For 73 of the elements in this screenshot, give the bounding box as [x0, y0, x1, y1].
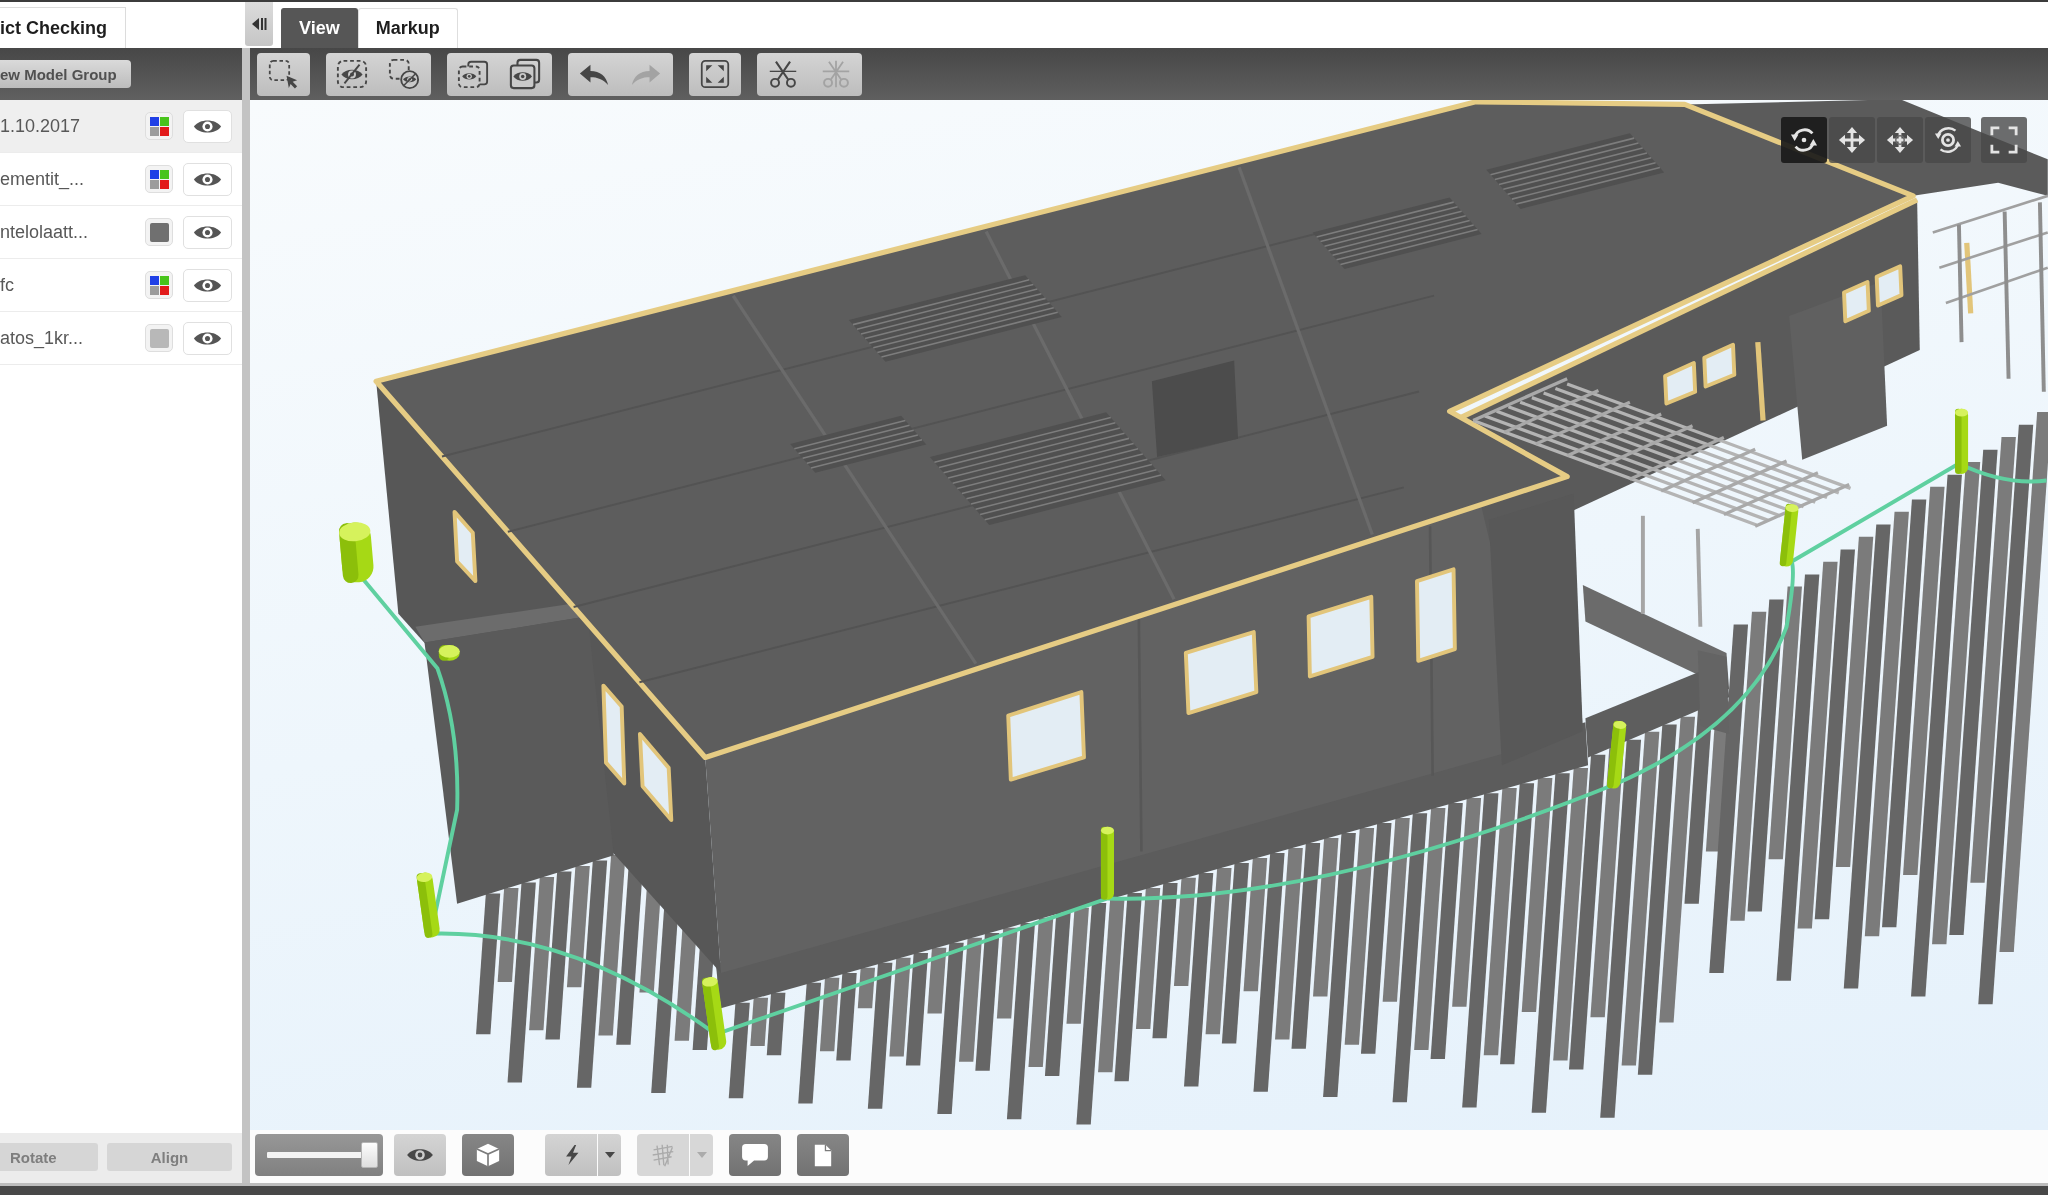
panel-tab[interactable]: ict Checking [0, 7, 127, 48]
window [1842, 280, 1871, 324]
orbit-icon [1790, 126, 1818, 154]
color-swatch-button[interactable] [145, 271, 173, 299]
marker-post [1955, 408, 1969, 474]
undo-button[interactable] [567, 52, 620, 96]
pan-center-button[interactable] [1877, 117, 1923, 163]
hide-box-button[interactable] [378, 52, 431, 96]
view-tab[interactable]: View [281, 8, 358, 48]
eye-slash-box-icon [335, 58, 368, 90]
caret-down-icon [696, 1152, 707, 1158]
collapse-panel-button[interactable] [245, 2, 273, 46]
model-name: ntelolaatt... [0, 221, 90, 243]
window [1874, 264, 1904, 308]
eye-slash-circle-icon [388, 58, 421, 90]
view-tab[interactable]: Markup [357, 8, 458, 48]
fullscreen-button[interactable] [1981, 117, 2027, 163]
eye-box-stack-icon [456, 58, 489, 90]
model-name: 1.10.2017 [0, 115, 82, 137]
move-arrows-icon [1838, 126, 1866, 154]
slider-control[interactable] [255, 1134, 383, 1176]
eye-icon [406, 1149, 434, 1161]
marker-post [1779, 503, 1799, 568]
visibility-toggle-button[interactable] [183, 215, 232, 249]
slider-thumb[interactable] [361, 1142, 378, 1168]
dropdown-button[interactable] [598, 1134, 621, 1176]
new-model-group-button[interactable]: ew Model Group [0, 60, 131, 88]
fit-view-icon [699, 59, 730, 89]
slider-track[interactable] [267, 1142, 378, 1168]
marker-post [338, 521, 375, 584]
marker-post [1606, 720, 1627, 790]
speech-bubble-icon [741, 1143, 769, 1167]
eye-stack-icon [509, 58, 542, 90]
visibility-toggle-button[interactable] [183, 268, 232, 302]
collapse-left-icon [251, 17, 267, 31]
document-button[interactable] [797, 1134, 849, 1176]
visibility-button[interactable] [394, 1134, 446, 1176]
color-grid-icon [149, 116, 169, 136]
color-grid-icon [149, 275, 169, 295]
color-swatch-button[interactable] [145, 112, 173, 140]
model-name: ementit_... [0, 168, 86, 190]
fit-view-button[interactable] [688, 52, 741, 96]
scissors-icon [768, 59, 799, 89]
look-around-button[interactable] [1925, 117, 1971, 163]
window [1663, 361, 1698, 406]
model-name: fc [0, 274, 15, 296]
show-box-button[interactable] [446, 52, 499, 96]
orbit-button[interactable] [1781, 117, 1827, 163]
show-all-button[interactable] [499, 52, 552, 96]
fullscreen-icon [1990, 126, 2018, 154]
cube-icon [475, 1142, 501, 1168]
model-row[interactable]: 1.10.2017 [0, 100, 242, 153]
scissors-cross-icon [820, 59, 851, 89]
cube-view-button[interactable] [462, 1134, 514, 1176]
document-icon [814, 1143, 832, 1167]
box-select-button[interactable] [257, 52, 310, 96]
visibility-toggle-button[interactable] [183, 109, 232, 143]
visibility-toggle-button[interactable] [183, 321, 232, 355]
box-select-icon [268, 59, 299, 89]
window [1702, 342, 1737, 389]
model-name: atos_1kr... [0, 327, 85, 349]
color-swatch-button[interactable] [145, 165, 173, 193]
cut-button[interactable] [757, 52, 810, 96]
visibility-toggle-button[interactable] [183, 162, 232, 196]
hide-selected-button[interactable] [325, 52, 378, 96]
pan-button[interactable] [1829, 117, 1875, 163]
mesh-grid-icon [651, 1143, 675, 1167]
marker-post [416, 871, 441, 939]
comment-button[interactable] [729, 1134, 781, 1176]
lightning-button[interactable] [545, 1134, 597, 1176]
caret-down-icon [604, 1152, 615, 1158]
color-grid-icon [149, 169, 169, 189]
rotate-ring-icon [1934, 126, 1962, 154]
